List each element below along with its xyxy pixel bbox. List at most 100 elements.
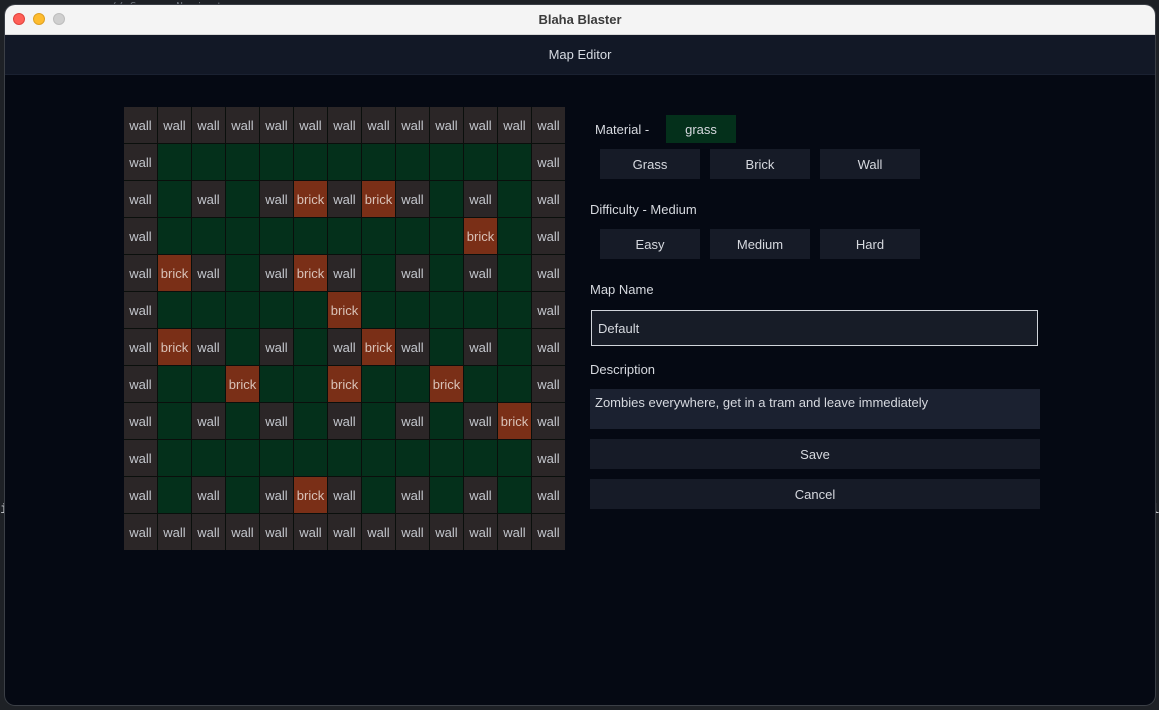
- map-tile-grass[interactable]: [464, 366, 497, 402]
- map-tile-grass[interactable]: [430, 255, 463, 291]
- map-tile-grass[interactable]: [158, 144, 191, 180]
- map-tile-grass[interactable]: [158, 292, 191, 328]
- map-tile-grass[interactable]: [158, 181, 191, 217]
- map-tile-grass[interactable]: [430, 403, 463, 439]
- map-tile-grass[interactable]: [158, 403, 191, 439]
- material-wall-button[interactable]: Wall: [820, 149, 920, 179]
- map-tile-wall[interactable]: wall: [226, 514, 259, 550]
- map-tile-wall[interactable]: wall: [532, 181, 565, 217]
- map-tile-wall[interactable]: wall: [532, 440, 565, 476]
- map-tile-wall[interactable]: wall: [396, 255, 429, 291]
- map-tile-grass[interactable]: [362, 366, 395, 402]
- map-tile-wall[interactable]: wall: [192, 181, 225, 217]
- map-tile-grass[interactable]: [396, 218, 429, 254]
- map-tile-grass[interactable]: [464, 292, 497, 328]
- map-tile-brick[interactable]: brick: [362, 329, 395, 365]
- map-tile-wall[interactable]: wall: [430, 514, 463, 550]
- map-tile-grass[interactable]: [430, 477, 463, 513]
- map-tile-grass[interactable]: [396, 440, 429, 476]
- minimize-window-button[interactable]: [33, 13, 45, 25]
- map-tile-wall[interactable]: wall: [192, 477, 225, 513]
- map-tile-grass[interactable]: [498, 329, 531, 365]
- map-tile-grass[interactable]: [362, 218, 395, 254]
- map-tile-grass[interactable]: [294, 403, 327, 439]
- map-tile-wall[interactable]: wall: [532, 366, 565, 402]
- map-tile-wall[interactable]: wall: [260, 514, 293, 550]
- map-tile-wall[interactable]: wall: [532, 144, 565, 180]
- map-tile-wall[interactable]: wall: [124, 477, 157, 513]
- map-tile-grass[interactable]: [498, 292, 531, 328]
- map-tile-grass[interactable]: [158, 366, 191, 402]
- map-tile-wall[interactable]: wall: [260, 255, 293, 291]
- map-tile-brick[interactable]: brick: [158, 329, 191, 365]
- map-tile-wall[interactable]: wall: [464, 329, 497, 365]
- map-tile-wall[interactable]: wall: [396, 403, 429, 439]
- map-tile-wall[interactable]: wall: [498, 514, 531, 550]
- map-tile-grass[interactable]: [294, 218, 327, 254]
- map-tile-wall[interactable]: wall: [192, 329, 225, 365]
- map-tile-wall[interactable]: wall: [396, 477, 429, 513]
- map-tile-wall[interactable]: wall: [124, 514, 157, 550]
- map-tile-grass[interactable]: [362, 144, 395, 180]
- map-tile-grass[interactable]: [430, 329, 463, 365]
- difficulty-easy-button[interactable]: Easy: [600, 229, 700, 259]
- map-tile-wall[interactable]: wall: [430, 107, 463, 143]
- map-tile-wall[interactable]: wall: [328, 107, 361, 143]
- map-tile-wall[interactable]: wall: [260, 329, 293, 365]
- map-tile-grass[interactable]: [498, 440, 531, 476]
- map-tile-wall[interactable]: wall: [260, 181, 293, 217]
- map-tile-grass[interactable]: [464, 440, 497, 476]
- map-tile-grass[interactable]: [498, 144, 531, 180]
- map-tile-wall[interactable]: wall: [328, 329, 361, 365]
- material-brick-button[interactable]: Brick: [710, 149, 810, 179]
- map-tile-wall[interactable]: wall: [396, 329, 429, 365]
- map-tile-wall[interactable]: wall: [328, 403, 361, 439]
- map-tile-grass[interactable]: [294, 366, 327, 402]
- map-tile-grass[interactable]: [226, 292, 259, 328]
- map-tile-grass[interactable]: [294, 144, 327, 180]
- material-grass-button[interactable]: Grass: [600, 149, 700, 179]
- save-button[interactable]: Save: [590, 439, 1040, 469]
- map-tile-wall[interactable]: wall: [532, 329, 565, 365]
- map-tile-brick[interactable]: brick: [498, 403, 531, 439]
- map-tile-grass[interactable]: [158, 218, 191, 254]
- map-tile-wall[interactable]: wall: [260, 107, 293, 143]
- map-tile-grass[interactable]: [430, 440, 463, 476]
- map-tile-wall[interactable]: wall: [532, 107, 565, 143]
- map-tile-wall[interactable]: wall: [532, 292, 565, 328]
- map-tile-grass[interactable]: [158, 477, 191, 513]
- map-tile-wall[interactable]: wall: [498, 107, 531, 143]
- map-tile-grass[interactable]: [430, 144, 463, 180]
- difficulty-hard-button[interactable]: Hard: [820, 229, 920, 259]
- zoom-window-button[interactable]: [53, 13, 65, 25]
- map-tile-grass[interactable]: [192, 292, 225, 328]
- map-tile-brick[interactable]: brick: [430, 366, 463, 402]
- map-tile-wall[interactable]: wall: [192, 403, 225, 439]
- map-tile-wall[interactable]: wall: [464, 255, 497, 291]
- map-tile-wall[interactable]: wall: [464, 107, 497, 143]
- map-tile-wall[interactable]: wall: [226, 107, 259, 143]
- map-tile-brick[interactable]: brick: [328, 292, 361, 328]
- map-tile-grass[interactable]: [192, 144, 225, 180]
- map-tile-grass[interactable]: [192, 218, 225, 254]
- map-name-input[interactable]: Default: [591, 310, 1038, 346]
- map-tile-grass[interactable]: [464, 144, 497, 180]
- map-tile-grass[interactable]: [430, 218, 463, 254]
- map-tile-grass[interactable]: [362, 255, 395, 291]
- map-tile-grass[interactable]: [362, 477, 395, 513]
- map-tile-grass[interactable]: [294, 292, 327, 328]
- map-tile-grass[interactable]: [294, 329, 327, 365]
- map-tile-wall[interactable]: wall: [464, 514, 497, 550]
- map-tile-grass[interactable]: [226, 329, 259, 365]
- map-tile-wall[interactable]: wall: [124, 329, 157, 365]
- map-tile-wall[interactable]: wall: [464, 181, 497, 217]
- map-tile-grass[interactable]: [498, 477, 531, 513]
- map-tile-wall[interactable]: wall: [328, 255, 361, 291]
- map-tile-brick[interactable]: brick: [328, 366, 361, 402]
- map-tile-wall[interactable]: wall: [260, 477, 293, 513]
- map-tile-wall[interactable]: wall: [124, 218, 157, 254]
- description-textarea[interactable]: Zombies everywhere, get in a tram and le…: [590, 389, 1040, 429]
- map-tile-brick[interactable]: brick: [294, 181, 327, 217]
- map-tile-wall[interactable]: wall: [124, 144, 157, 180]
- map-tile-wall[interactable]: wall: [532, 218, 565, 254]
